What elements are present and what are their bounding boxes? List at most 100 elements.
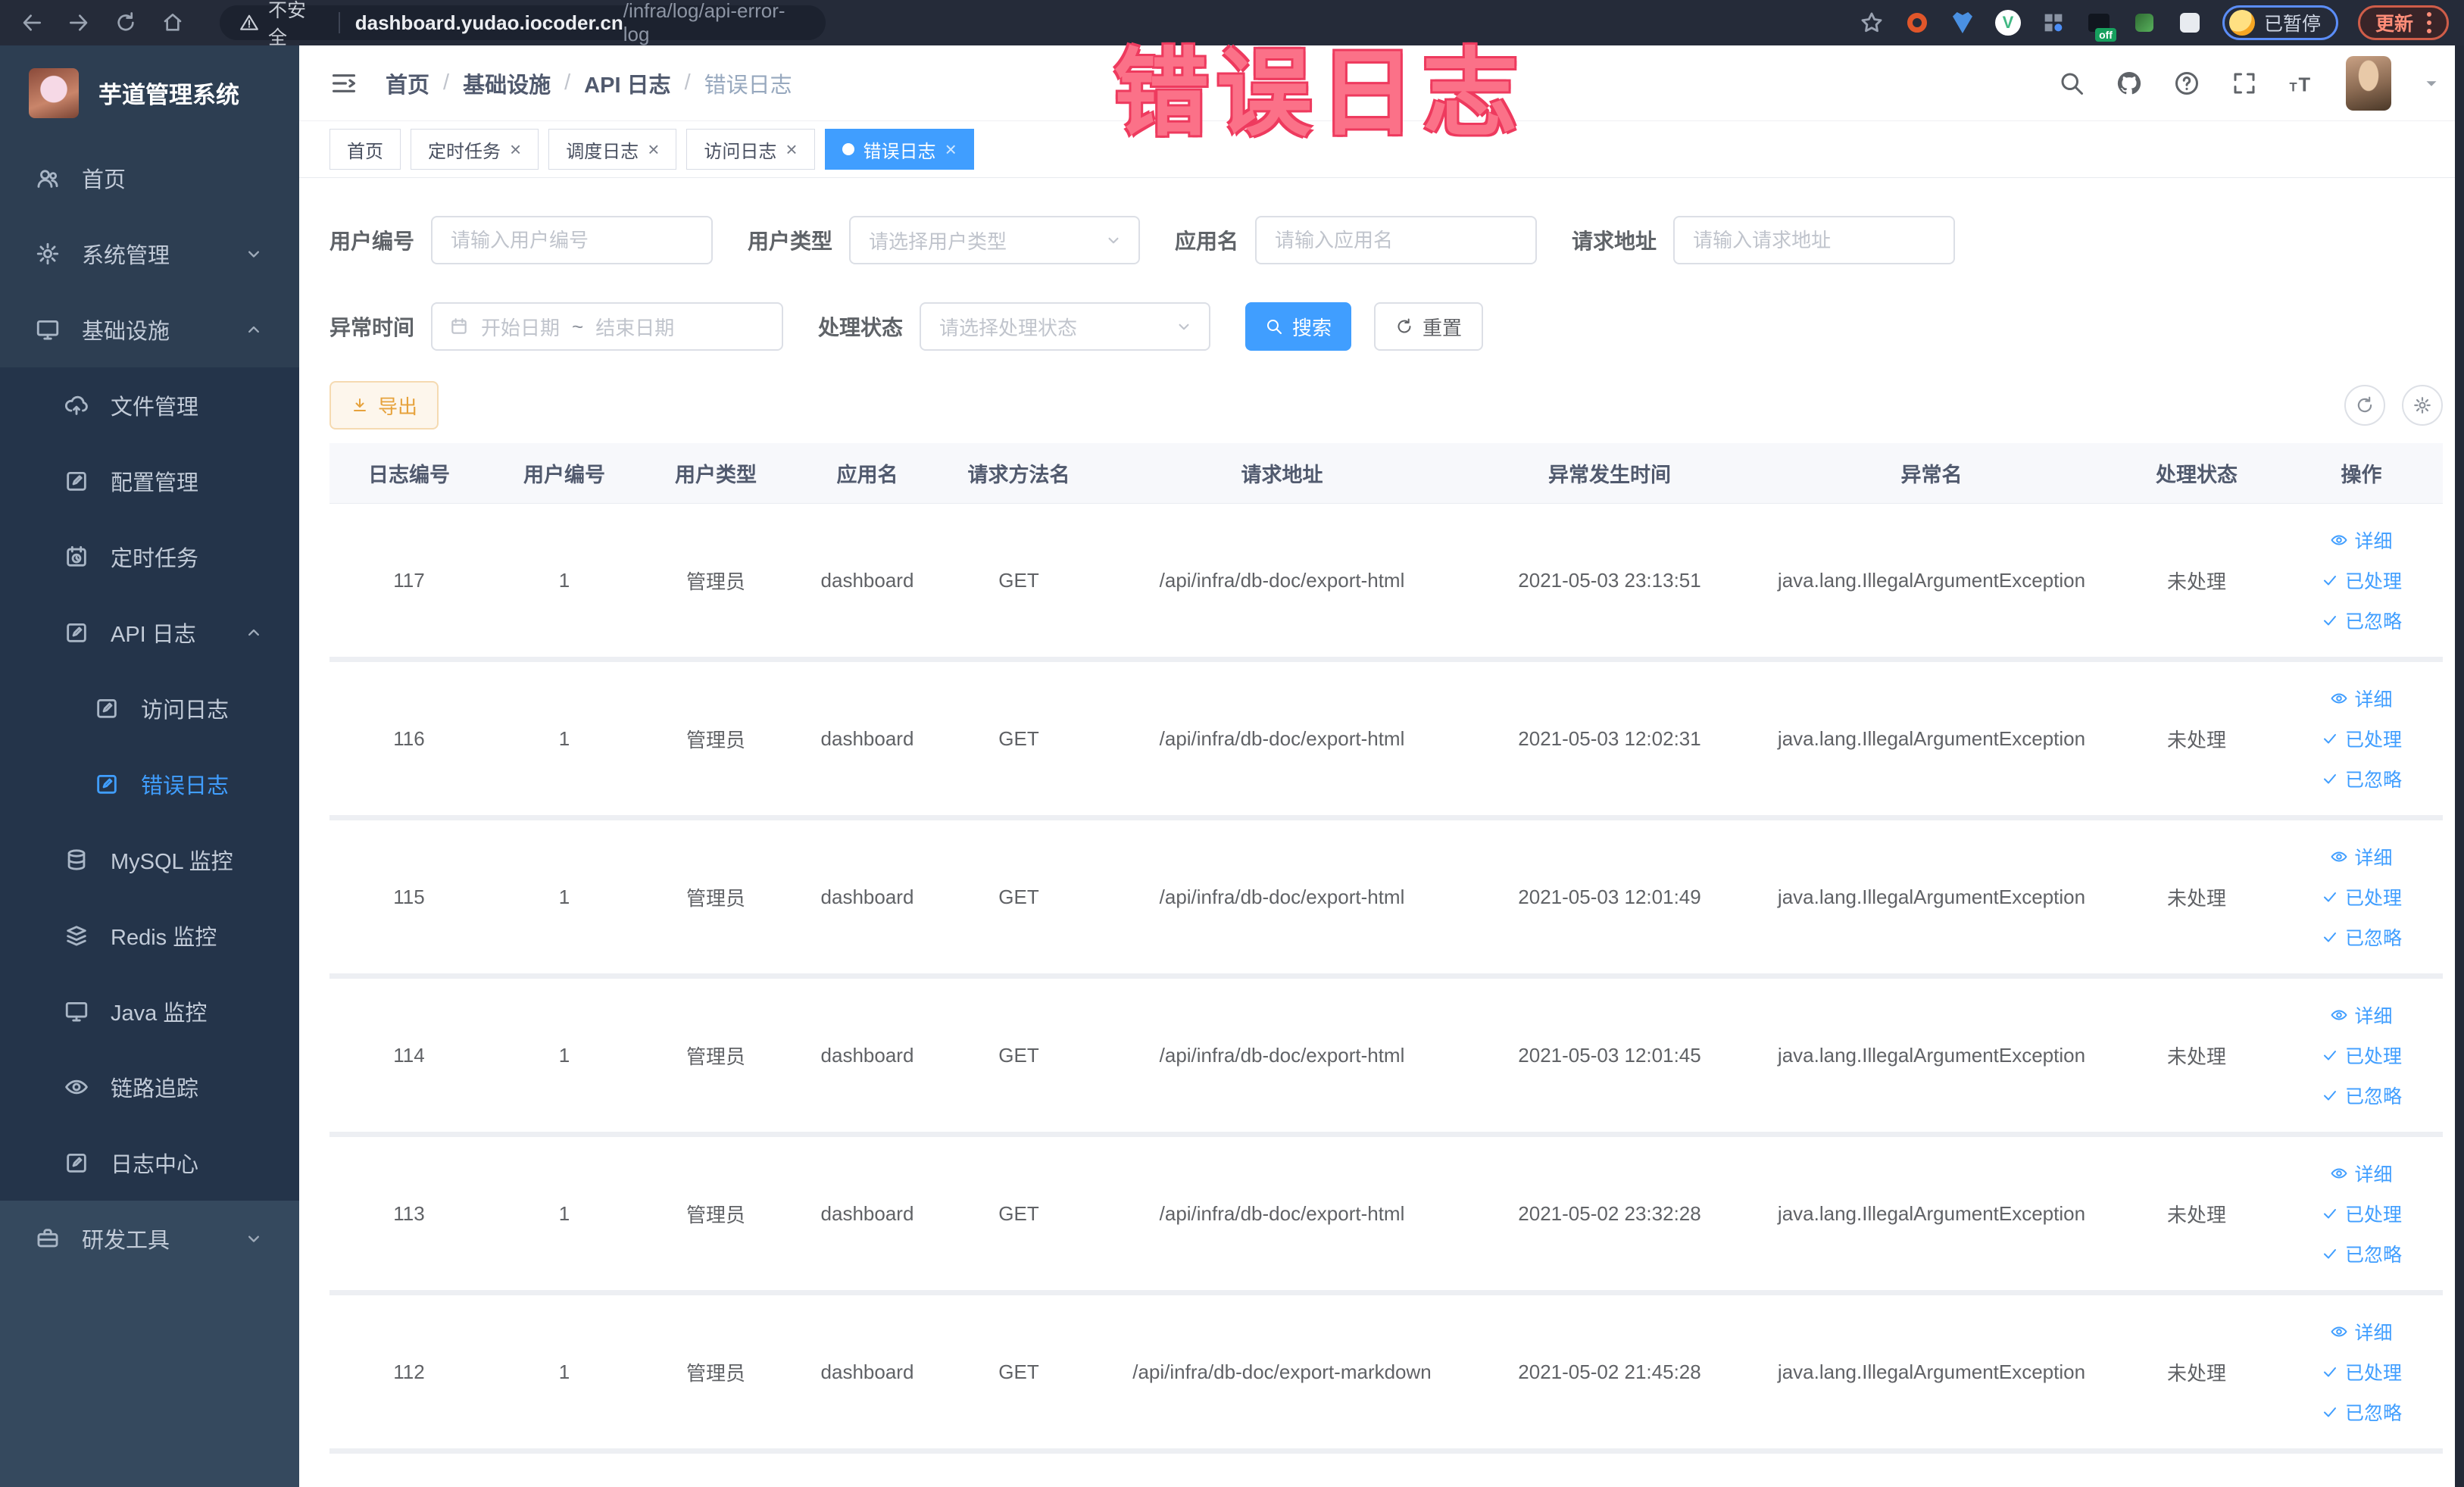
column-header-1[interactable]: 用户编号 — [489, 443, 640, 503]
action-detail[interactable]: 详细 — [2330, 1160, 2393, 1187]
table-settings-button[interactable] — [2402, 385, 2443, 426]
search-button[interactable]: 搜索 — [1245, 302, 1352, 351]
sidebar-item-mysql-monitor[interactable]: MySQL 监控 — [0, 822, 299, 898]
action-ignored[interactable]: 已忽略 — [2321, 1240, 2402, 1267]
column-header-5[interactable]: 请求地址 — [1095, 443, 1469, 503]
date-range-picker[interactable]: 开始日期 ~ 结束日期 — [431, 302, 784, 351]
action-processed[interactable]: 已处理 — [2321, 725, 2402, 752]
home-icon[interactable] — [161, 11, 185, 35]
sidebar-item-infrastructure[interactable]: 基础设施 — [0, 292, 299, 367]
tab-schedule-log[interactable]: 调度日志 × — [548, 129, 677, 170]
app-logo[interactable]: 芋道管理系统 — [0, 45, 299, 140]
user-avatar[interactable] — [2346, 55, 2391, 111]
action-detail[interactable]: 详细 — [2330, 1001, 2393, 1029]
action-detail[interactable]: 详细 — [2330, 1318, 2393, 1345]
column-header-8[interactable]: 处理状态 — [2113, 443, 2280, 503]
breadcrumb-item[interactable]: 基础设施 — [463, 67, 551, 99]
hamburger-icon[interactable] — [329, 69, 358, 98]
cell-user_id: 1 — [558, 726, 570, 750]
action-ignored[interactable]: 已忽略 — [2321, 765, 2402, 792]
extension-icon-green-leaf[interactable] — [2131, 10, 2157, 36]
caret-down-icon[interactable] — [2422, 73, 2441, 93]
browser-update-button[interactable]: 更新 — [2357, 5, 2449, 40]
forward-icon[interactable] — [67, 11, 91, 35]
search-button-label: 搜索 — [1292, 316, 1332, 339]
back-icon[interactable] — [20, 11, 44, 35]
sidebar-item-config-management[interactable]: 配置管理 — [0, 443, 299, 519]
sidebar-item-system-management[interactable]: 系统管理 — [0, 216, 299, 292]
action-detail[interactable]: 详细 — [2330, 843, 2393, 870]
date-end-placeholder[interactable]: 结束日期 — [595, 313, 674, 341]
extension-icon-orange-ring[interactable] — [1904, 10, 1930, 36]
tab-access-log[interactable]: 访问日志 × — [686, 129, 815, 170]
column-header-9[interactable]: 操作 — [2280, 443, 2443, 503]
action-processed[interactable]: 已处理 — [2321, 883, 2402, 911]
sidebar-item-redis-monitor[interactable]: Redis 监控 — [0, 898, 299, 973]
status-select[interactable]: 请选择处理状态 — [920, 302, 1211, 351]
reload-icon[interactable] — [114, 11, 138, 35]
action-processed[interactable]: 已处理 — [2321, 1200, 2402, 1227]
address-bar[interactable]: 不安全 dashboard.yudao.iocoder.cn/infra/log… — [220, 0, 826, 48]
breadcrumb-item[interactable]: 首页 — [386, 67, 429, 99]
app-name-input[interactable] — [1255, 216, 1538, 264]
sidebar-item-api-log[interactable]: API 日志 — [0, 595, 299, 670]
close-icon[interactable]: × — [945, 139, 957, 159]
search-icon[interactable] — [2058, 70, 2085, 97]
tab-error-log[interactable]: 错误日志 × — [824, 129, 974, 170]
check-icon — [2321, 1046, 2339, 1064]
browser-profile-chip[interactable]: 已暂停 — [2222, 5, 2338, 40]
close-icon[interactable]: × — [785, 139, 797, 159]
action-detail[interactable]: 详细 — [2330, 685, 2393, 712]
table-refresh-button[interactable] — [2344, 385, 2385, 426]
scrollbar[interactable] — [2455, 45, 2464, 1487]
column-header-4[interactable]: 请求方法名 — [943, 443, 1095, 503]
extensions-puzzle-icon[interactable] — [2177, 10, 2203, 36]
font-size-icon[interactable]: TT — [2288, 70, 2316, 97]
logo-image — [29, 67, 79, 118]
action-ignored[interactable]: 已忽略 — [2321, 1398, 2402, 1426]
sidebar-item-log-center[interactable]: 日志中心 — [0, 1125, 299, 1201]
column-header-2[interactable]: 用户类型 — [640, 443, 792, 503]
close-icon[interactable]: × — [510, 139, 521, 159]
user-type-select[interactable]: 请选择用户类型 — [849, 216, 1141, 264]
action-ignored[interactable]: 已忽略 — [2321, 607, 2402, 634]
sidebar-item-dev-tools[interactable]: 研发工具 — [0, 1201, 299, 1276]
browser-toolbar-right: V off 已暂停 更新 — [1859, 5, 2449, 42]
action-processed[interactable]: 已处理 — [2321, 567, 2402, 594]
extension-icon-off-switch[interactable]: off — [2086, 10, 2116, 42]
request-url-input[interactable] — [1673, 216, 1956, 264]
action-processed[interactable]: 已处理 — [2321, 1358, 2402, 1385]
breadcrumb-item[interactable]: API 日志 — [584, 67, 670, 99]
github-icon[interactable] — [2116, 70, 2143, 97]
sidebar-item-access-log[interactable]: 访问日志 — [0, 670, 299, 746]
export-button[interactable]: 导出 — [329, 381, 439, 430]
column-header-3[interactable]: 应用名 — [792, 443, 943, 503]
column-header-7[interactable]: 异常名 — [1750, 443, 2113, 503]
sidebar-item-home[interactable]: 首页 — [0, 140, 299, 216]
reset-button[interactable]: 重置 — [1374, 302, 1484, 351]
bookmark-star-icon[interactable] — [1859, 10, 1885, 36]
sidebar-item-error-log[interactable]: 错误日志 — [0, 746, 299, 822]
action-processed[interactable]: 已处理 — [2321, 1042, 2402, 1069]
column-header-0[interactable]: 日志编号 — [329, 443, 489, 503]
user-id-input[interactable] — [431, 216, 714, 264]
security-label[interactable]: 不安全 — [268, 0, 323, 50]
sidebar-item-scheduled-task[interactable]: 定时任务 — [0, 519, 299, 595]
sidebar-item-java-monitor[interactable]: Java 监控 — [0, 973, 299, 1049]
action-detail[interactable]: 详细 — [2330, 526, 2393, 554]
question-icon[interactable] — [2173, 70, 2200, 97]
extension-icon-vue-devtools[interactable]: V — [1994, 10, 2021, 36]
date-start-placeholder[interactable]: 开始日期 — [481, 313, 560, 341]
browser-menu-dots-icon[interactable] — [2427, 12, 2431, 33]
action-ignored[interactable]: 已忽略 — [2321, 1082, 2402, 1109]
close-icon[interactable]: × — [648, 139, 659, 159]
action-ignored[interactable]: 已忽略 — [2321, 923, 2402, 951]
tab-home[interactable]: 首页 — [329, 129, 401, 170]
sidebar-item-trace[interactable]: 链路追踪 — [0, 1049, 299, 1125]
extension-icon-blue-shield[interactable] — [1950, 10, 1975, 36]
tab-scheduled-task[interactable]: 定时任务 × — [411, 129, 539, 170]
extension-icon-grid[interactable] — [2041, 10, 2066, 36]
fullscreen-icon[interactable] — [2231, 70, 2258, 97]
column-header-6[interactable]: 异常发生时间 — [1469, 443, 1750, 503]
sidebar-item-file-management[interactable]: 文件管理 — [0, 367, 299, 443]
